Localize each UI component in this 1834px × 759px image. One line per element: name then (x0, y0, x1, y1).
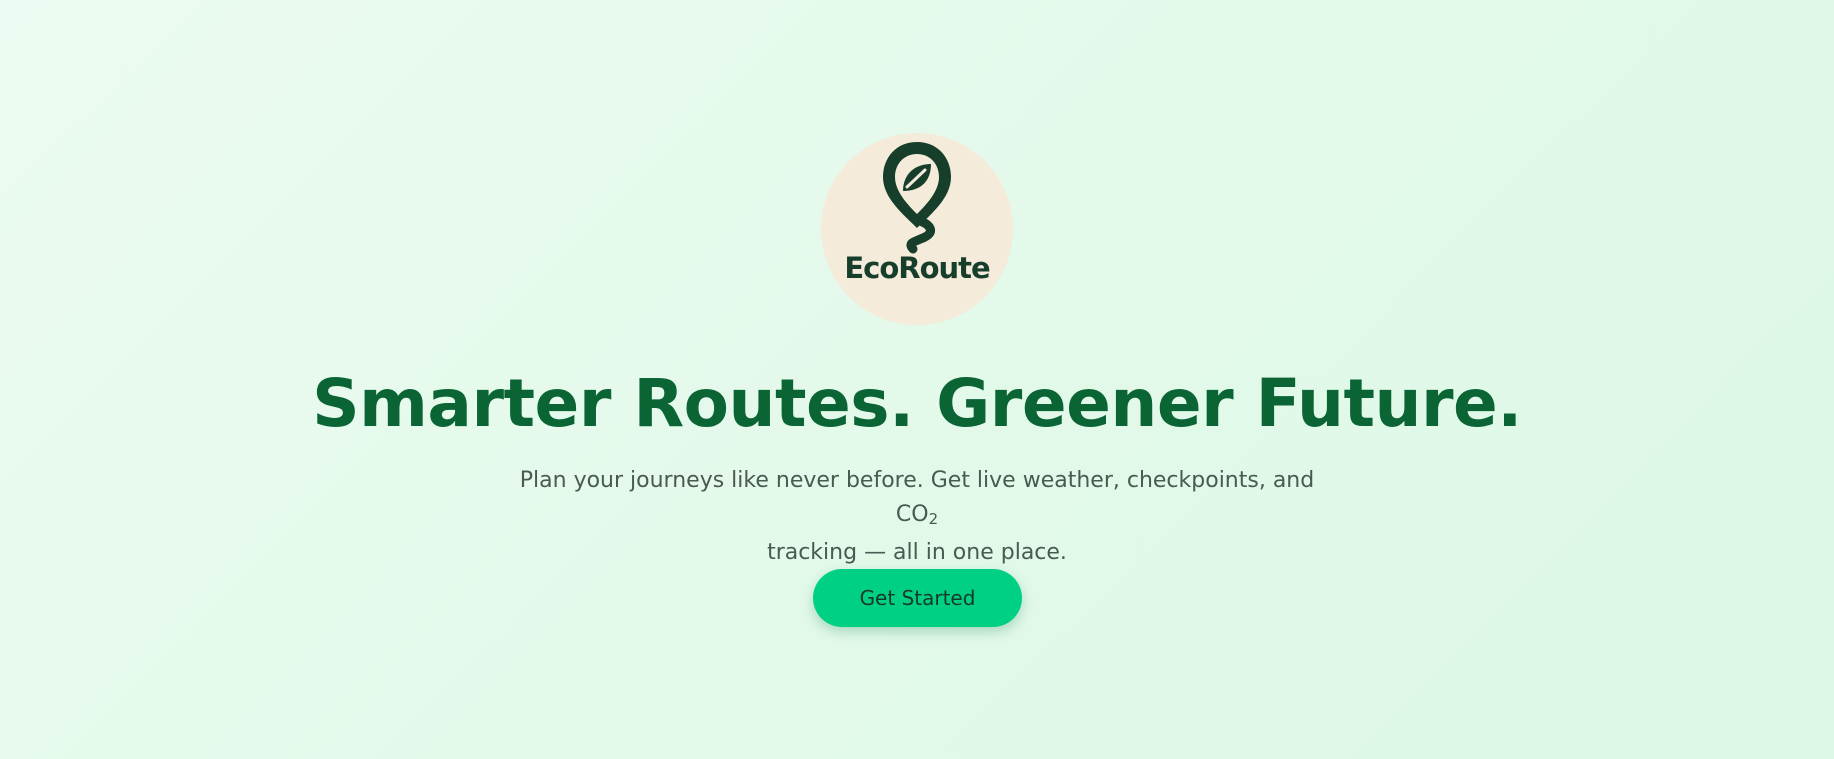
brand-logo: EcoRoute (821, 133, 1013, 325)
brand-name: EcoRoute (844, 251, 990, 285)
get-started-button[interactable]: Get Started (813, 569, 1022, 627)
hero-subtitle-line2: tracking — all in one place. (767, 540, 1067, 565)
hero-subtitle-line1: Plan your journeys like never before. Ge… (519, 468, 1315, 527)
co2-subscript: 2 (928, 510, 939, 528)
hero-headline: Smarter Routes. Greener Future. (312, 365, 1522, 442)
hero-subtitle: Plan your journeys like never before. Ge… (500, 464, 1334, 570)
map-pin-leaf-icon (883, 142, 951, 254)
hero-section: EcoRoute Smarter Routes. Greener Future.… (0, 0, 1834, 759)
